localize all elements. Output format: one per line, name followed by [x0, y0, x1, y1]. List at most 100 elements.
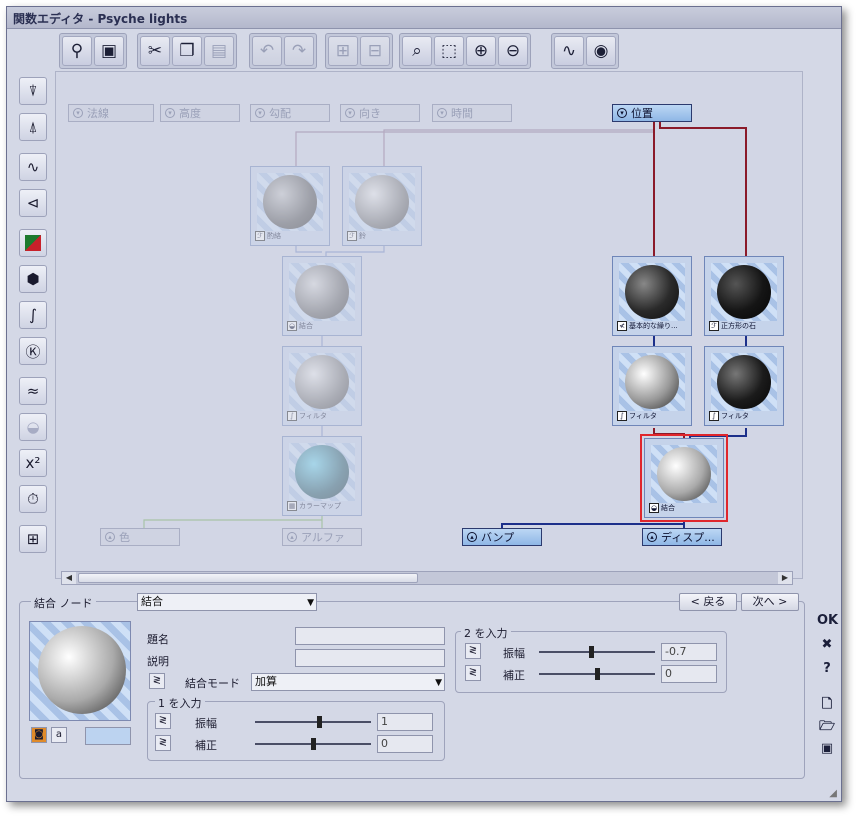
port-normal[interactable]: ▾ 法線	[68, 104, 154, 122]
new-file-icon[interactable]: 🗋	[817, 695, 837, 715]
expand-tree-icon[interactable]: ⊞	[328, 36, 358, 66]
zoom-in-icon[interactable]: ⊕	[466, 36, 496, 66]
port-bump[interactable]: ▴ バンプ	[462, 528, 542, 546]
output-node-icon[interactable]: ⍋	[19, 113, 47, 141]
port-position[interactable]: ▾ 位置	[612, 104, 692, 122]
node-n7[interactable]: ℱ 正方形の石	[704, 256, 784, 336]
node-n3[interactable]: ◒ 結合	[282, 256, 362, 336]
paste-icon[interactable]: ▤	[204, 36, 234, 66]
open-folder-icon[interactable]: 🗁	[817, 717, 837, 737]
timer-icon[interactable]: ⏱	[19, 485, 47, 513]
noise-icon[interactable]: ≈	[19, 377, 47, 405]
node-n1[interactable]: ℱ 酌絡	[250, 166, 330, 246]
port-height[interactable]: ▾ 高度	[160, 104, 240, 122]
node-thumbnail	[349, 173, 415, 231]
node-properties-panel: 結合 ノード 結合 ▼ < 戻る 次へ > ◙ a 題名 説明 ≷ 結合モード 加…	[15, 591, 835, 791]
combine-icon[interactable]: ◒	[19, 413, 47, 441]
port-slope[interactable]: ▾ 勾配	[250, 104, 330, 122]
keyframe-icon[interactable]: ≷	[155, 713, 171, 729]
shape-icon[interactable]: ⬢	[19, 265, 47, 293]
blend-mode-select[interactable]: 加算 ▼	[251, 673, 445, 691]
amp1-slider-track[interactable]	[255, 721, 371, 723]
port-icon: ▾	[437, 108, 447, 118]
port-label: 勾配	[269, 107, 291, 120]
zoom-region-icon[interactable]: ⬚	[434, 36, 464, 66]
back-button[interactable]: < 戻る	[679, 593, 737, 611]
save-icon[interactable]: ▣	[817, 739, 837, 759]
scroll-thumb[interactable]	[78, 573, 418, 583]
port-icon: ▴	[467, 532, 477, 542]
graph-view-icon[interactable]: ∿	[554, 36, 584, 66]
title-field[interactable]	[295, 627, 445, 645]
description-field[interactable]	[295, 649, 445, 667]
node-graph-canvas[interactable]: ▾ 法線 ▾ 高度 ▾ 勾配 ▾ 向き ▾ 時間 ▾ 位置 ℱ 酌絡 ℱ鈴 ◒ 結合 ∫ フィルタ…	[55, 71, 803, 579]
scroll-left-icon[interactable]: ◀	[62, 572, 76, 584]
amp2-field[interactable]: -0.7	[661, 643, 717, 661]
key-icon[interactable]: Ⓚ	[19, 337, 47, 365]
port-alpha[interactable]: ▴ アルファ	[282, 528, 362, 546]
input-node-icon[interactable]: ⍒	[19, 77, 47, 105]
toolbar-group-zoom: ⌕ ⬚ ⊕ ⊖	[399, 33, 531, 69]
preview-name-field[interactable]	[85, 727, 131, 745]
collapse-tree-icon[interactable]: ⊟	[360, 36, 390, 66]
undo-icon[interactable]: ↶	[252, 36, 282, 66]
horizontal-scrollbar[interactable]: ◀ ▶	[61, 571, 793, 585]
port-icon: ▴	[287, 532, 297, 542]
color-icon[interactable]	[19, 229, 47, 257]
node-panel-icon[interactable]: ▣	[94, 36, 124, 66]
render-preview-icon[interactable]: ◉	[586, 36, 616, 66]
offset1-slider-knob[interactable]	[311, 738, 316, 750]
scroll-right-icon[interactable]: ▶	[778, 572, 792, 584]
amp2-slider-track[interactable]	[539, 651, 655, 653]
node-type-icon: ℱ	[347, 231, 357, 241]
node-n2[interactable]: ℱ鈴	[342, 166, 422, 246]
node-type-icon: ▦	[287, 501, 297, 511]
node-n6[interactable]: ≮ 基本的な繰り...	[612, 256, 692, 336]
port-direction[interactable]: ▾ 向き	[340, 104, 420, 122]
zoom-fit-icon[interactable]: ⌕	[402, 36, 432, 66]
cut-icon[interactable]: ✂	[140, 36, 170, 66]
offset2-slider-knob[interactable]	[595, 668, 600, 680]
node-n5[interactable]: ▦ カラーマップ	[282, 436, 362, 516]
curve-icon[interactable]: ∫	[19, 301, 47, 329]
tree-icon[interactable]: ⊞	[19, 525, 47, 553]
rename-icon[interactable]: a	[51, 727, 67, 743]
node-n8[interactable]: ∫ フィルタ	[612, 346, 692, 426]
node-label: ∫ フィルタ	[617, 410, 689, 422]
help-button[interactable]: ?	[817, 659, 837, 679]
amp1-field[interactable]: 1	[377, 713, 433, 731]
ok-button[interactable]: OK	[817, 611, 838, 631]
port-icon: ▴	[647, 532, 657, 542]
wave-icon[interactable]: ∿	[19, 153, 47, 181]
node-n9[interactable]: ∫ フィルタ	[704, 346, 784, 426]
port-time[interactable]: ▾ 時間	[432, 104, 512, 122]
port-displacement[interactable]: ▴ ディスプ...	[642, 528, 722, 546]
redo-icon[interactable]: ↷	[284, 36, 314, 66]
port-icon: ▾	[255, 108, 265, 118]
hierarchy-icon[interactable]: ⚲	[62, 36, 92, 66]
offset1-field[interactable]: 0	[377, 735, 433, 753]
keyframe-icon[interactable]: ≷	[465, 643, 481, 659]
next-button[interactable]: 次へ >	[741, 593, 799, 611]
keyframe-icon[interactable]: ≷	[465, 665, 481, 681]
resize-grip-icon[interactable]: ◢	[829, 788, 837, 799]
link-dim-6	[143, 516, 323, 528]
amp2-slider-knob[interactable]	[589, 646, 594, 658]
node-thumbnail	[289, 443, 355, 501]
power-icon[interactable]: x²	[19, 449, 47, 477]
amp1-slider-knob[interactable]	[317, 716, 322, 728]
port-label: 色	[119, 531, 130, 544]
keyframe-icon[interactable]: ≷	[155, 735, 171, 751]
keyframe-icon[interactable]: ≷	[149, 673, 165, 689]
node-thumbnail	[651, 445, 717, 503]
port-color[interactable]: ▴ 色	[100, 528, 180, 546]
copy-icon[interactable]: ❐	[172, 36, 202, 66]
zoom-out-icon[interactable]: ⊖	[498, 36, 528, 66]
connect-icon[interactable]: ⊲	[19, 189, 47, 217]
node-n4[interactable]: ∫ フィルタ	[282, 346, 362, 426]
offset2-field[interactable]: 0	[661, 665, 717, 683]
camera-icon[interactable]: ◙	[31, 727, 47, 743]
node-type-select[interactable]: 結合 ▼	[137, 593, 317, 611]
node-n10-selected[interactable]: ◒ 結合	[640, 434, 728, 522]
cancel-button[interactable]: ✖	[817, 635, 837, 655]
